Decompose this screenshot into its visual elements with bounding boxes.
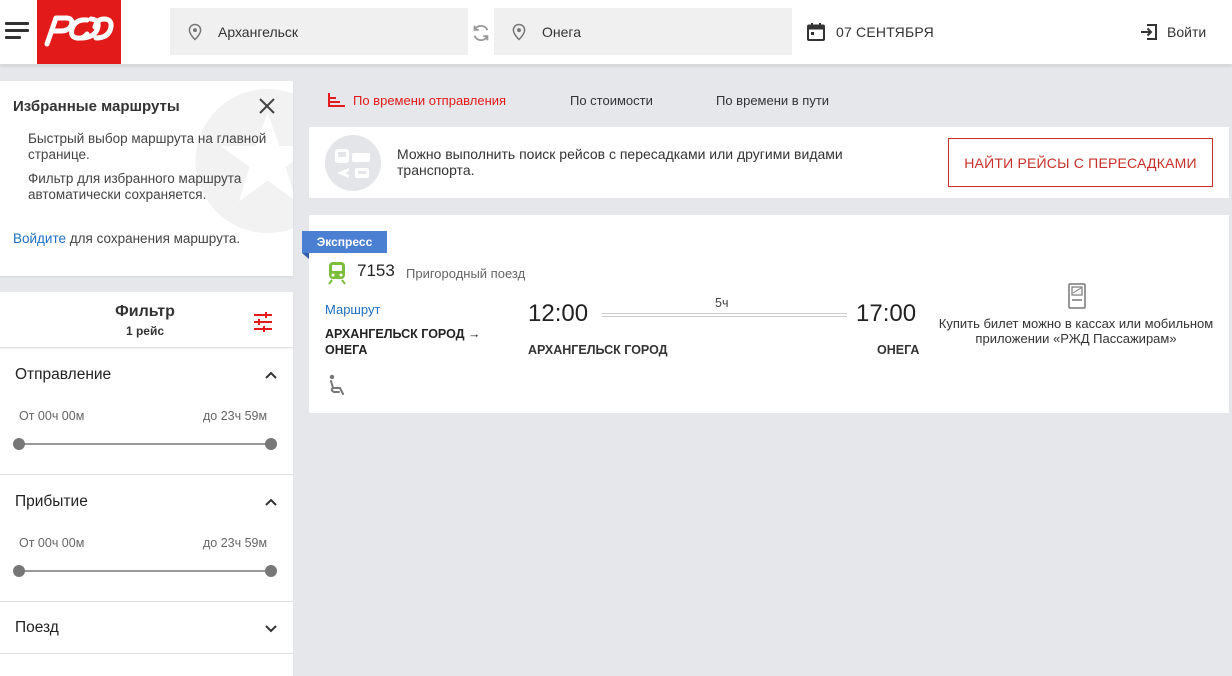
login-label: Войти	[1167, 24, 1207, 40]
from-field[interactable]: Архангельск	[170, 8, 468, 55]
date-picker[interactable]: 07 СЕНТЯБРЯ	[806, 22, 934, 42]
departure-station: АРХАНГЕЛЬСК ГОРОД	[528, 343, 668, 357]
slider-min-handle[interactable]	[13, 438, 25, 450]
arrival-time: 17:00	[856, 300, 917, 327]
login-hint-suffix: для сохранения маршрута.	[66, 231, 241, 246]
departure-from: От 00ч 00м	[19, 409, 85, 423]
ticket-purchase-info: Купить билет можно в кассах или мобильно…	[938, 316, 1214, 346]
slider-min-handle[interactable]	[13, 565, 25, 577]
train-icon	[328, 262, 346, 285]
departure-time: 12:00	[528, 300, 589, 327]
calendar-icon	[807, 23, 825, 41]
close-icon[interactable]	[258, 97, 276, 115]
departure-filter-title: Отправление	[15, 366, 112, 383]
train-type: Пригородный поезд	[406, 266, 526, 281]
train-filter[interactable]: Поезд	[0, 602, 293, 654]
arrival-to: до 23ч 59м	[203, 536, 268, 550]
badge-fold	[302, 253, 309, 259]
departure-filter: Отправление От 00ч 00м до 23ч 59м	[0, 348, 293, 475]
route-names: АРХАНГЕЛЬСК ГОРОД → ОНЕГА	[325, 327, 481, 357]
login-link[interactable]: Войдите	[13, 231, 66, 246]
arrival-station: ОНЕГА	[877, 343, 920, 357]
to-value: Онега	[542, 23, 581, 40]
transfer-banner: Можно выполнить поиск рейсов с пересадка…	[309, 127, 1229, 198]
transport-icon	[325, 135, 381, 191]
location-pin-icon	[188, 23, 202, 41]
date-value: 07 СЕНТЯБРЯ	[836, 24, 934, 40]
to-field[interactable]: Онега	[494, 8, 792, 55]
chevron-down-icon[interactable]	[264, 621, 278, 635]
favorites-text-1: Быстрый выбор маршрута на главной страни…	[28, 131, 267, 162]
arrival-from: От 00ч 00м	[19, 536, 85, 550]
menu-icon[interactable]	[5, 22, 29, 42]
chevron-up-icon[interactable]	[264, 368, 278, 382]
favorites-panel: Избранные маршруты Быстрый выбор маршрут…	[0, 81, 293, 276]
chevron-up-icon[interactable]	[264, 495, 278, 509]
slider-max-handle[interactable]	[265, 438, 277, 450]
arrival-filter-title: Прибытие	[15, 493, 88, 510]
sort-by-price[interactable]: По стоимости	[570, 93, 653, 108]
arrival-slider[interactable]	[19, 570, 271, 572]
filter-title: Фильтр	[115, 303, 175, 320]
wheelchair-seat-icon	[329, 374, 344, 395]
departure-to: до 23ч 59м	[203, 409, 268, 423]
from-value: Архангельск	[218, 23, 299, 40]
transfer-hint: Можно выполнить поиск рейсов с пересадка…	[397, 146, 843, 178]
ticket-machine-icon	[1068, 283, 1086, 309]
train-card[interactable]: 7153 Пригородный поезд Маршрут АРХАНГЕЛЬ…	[309, 215, 1229, 413]
sort-icon	[328, 93, 345, 107]
favorites-login-hint: Войдите для сохранения маршрута.	[13, 231, 240, 246]
filter-header: Фильтр 1 рейс	[0, 292, 293, 348]
express-badge: Экспресс	[302, 231, 387, 253]
login-button[interactable]: Войти	[1139, 22, 1206, 42]
location-pin-icon	[512, 23, 526, 41]
sort-by-departure[interactable]: По времени отправления	[353, 93, 506, 108]
favorites-title: Избранные маршруты	[13, 98, 180, 115]
top-header: Архангельск Онега 07 СЕНТЯБРЯ Войти	[0, 0, 1232, 65]
slider-max-handle[interactable]	[265, 565, 277, 577]
find-transfers-button[interactable]: НАЙТИ РЕЙСЫ С ПЕРЕСАДКАМИ	[948, 138, 1213, 187]
train-number: 7153	[357, 261, 395, 280]
filter-panel: Фильтр 1 рейс Отправление От 00ч 00м до …	[0, 292, 293, 676]
favorites-text-2: Фильтр для избранного маршрута автоматич…	[28, 171, 242, 202]
train-filter-title: Поезд	[15, 619, 59, 636]
departure-slider[interactable]	[19, 443, 271, 445]
route-link[interactable]: Маршрут	[325, 302, 380, 317]
sort-by-travel-time[interactable]: По времени в пути	[716, 93, 829, 108]
results-count: 1 рейс	[125, 324, 165, 338]
travel-duration: 5ч	[715, 296, 729, 310]
swap-icon[interactable]	[470, 22, 492, 44]
arrival-filter: Прибытие От 00ч 00м до 23ч 59м	[0, 475, 293, 602]
filter-settings-icon[interactable]	[253, 312, 273, 332]
login-icon	[1141, 24, 1157, 40]
rzd-logo[interactable]	[37, 0, 121, 64]
duration-line	[602, 313, 847, 317]
